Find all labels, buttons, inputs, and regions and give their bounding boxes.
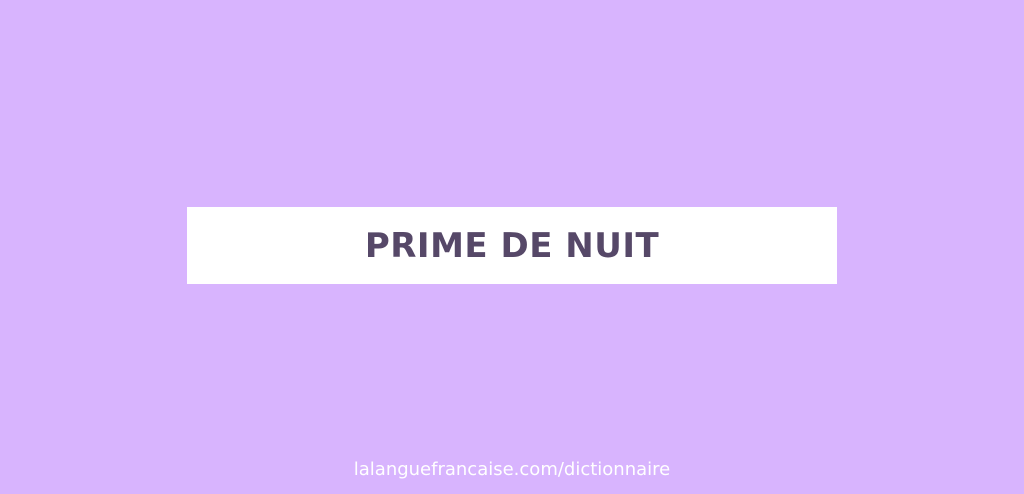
title-card: PRIME DE NUIT xyxy=(187,207,837,284)
footer-site-url: lalanguefrancaise.com/dictionnaire xyxy=(353,459,671,480)
page-title: PRIME DE NUIT xyxy=(364,225,660,266)
